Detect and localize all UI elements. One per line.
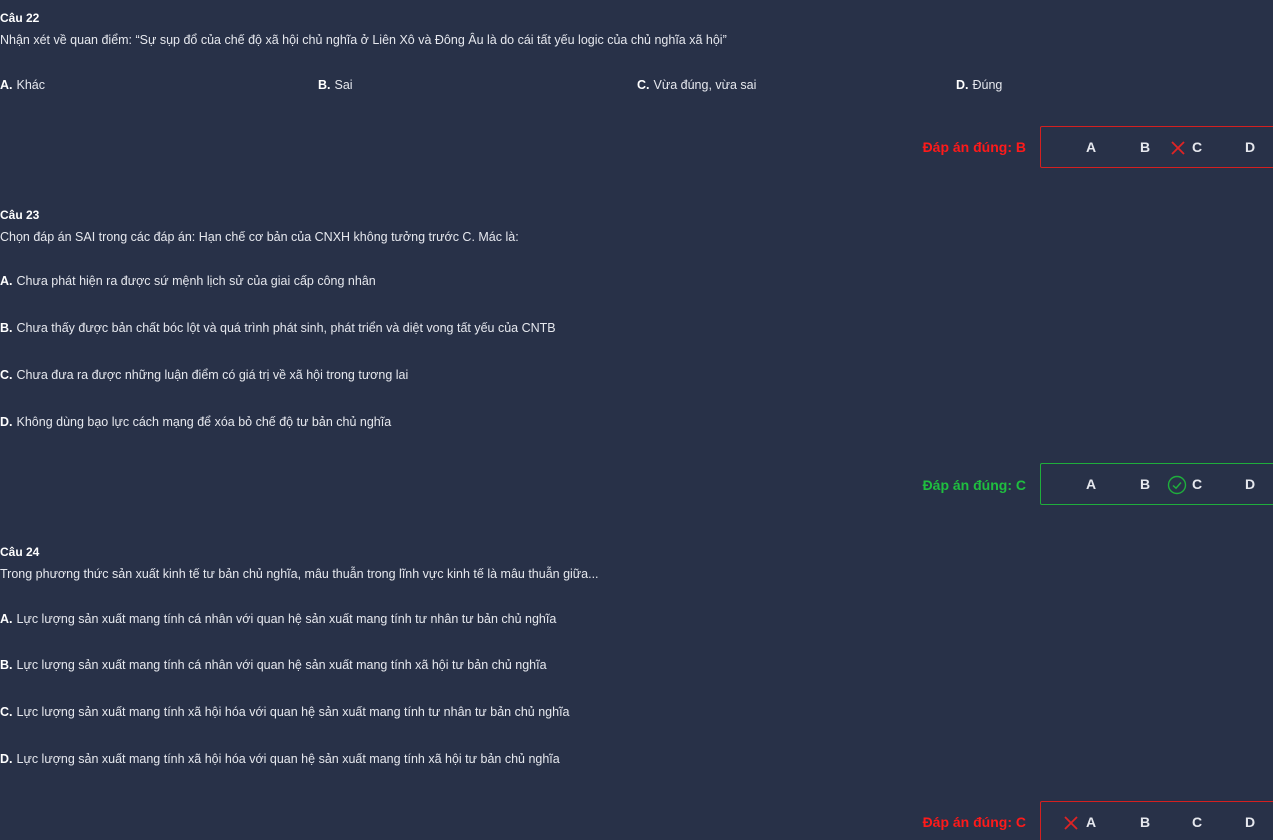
answer-choice-box: A B C D: [1040, 801, 1273, 840]
answer-choice-box: A B C D: [1040, 463, 1273, 505]
option-letter: B.: [0, 321, 13, 335]
option-c[interactable]: C. Vừa đúng, vừa sai: [637, 78, 756, 92]
option-letter: A.: [0, 612, 13, 626]
option-text: Lực lượng sản xuất mang tính xã hội hóa …: [16, 752, 560, 766]
choice-a[interactable]: A: [1086, 476, 1096, 492]
option-c[interactable]: C. Lực lượng sản xuất mang tính xã hội hó…: [0, 705, 570, 719]
option-text: Sai: [334, 78, 353, 92]
choice-c[interactable]: C: [1192, 476, 1202, 492]
check-circle-icon: [1167, 475, 1187, 495]
choice-a[interactable]: A: [1086, 814, 1096, 830]
answer-choice-box: A B C D: [1040, 126, 1273, 168]
x-mark-icon: [1171, 141, 1185, 155]
option-text: Chưa phát hiện ra được sứ mệnh lịch sử c…: [16, 274, 376, 288]
choice-d[interactable]: D: [1245, 476, 1255, 492]
option-text: Khác: [16, 78, 46, 92]
correct-answer-label: Đáp án đúng: C: [922, 477, 1026, 493]
option-a[interactable]: A. Chưa phát hiện ra được sứ mệnh lịch sử…: [0, 274, 376, 288]
option-text: Chưa đưa ra được những luận điểm có giá …: [16, 368, 409, 382]
question-text: Nhận xét về quan điểm: “Sự sụp đổ của ch…: [0, 33, 727, 47]
option-text: Không dùng bạo lực cách mạng để xóa bỏ c…: [16, 415, 392, 429]
question-title: Câu 23: [0, 208, 40, 222]
correct-answer-label: Đáp án đúng: B: [922, 139, 1026, 155]
option-letter: C.: [0, 705, 13, 719]
option-text: Vừa đúng, vừa sai: [653, 78, 757, 92]
option-letter: D.: [0, 415, 13, 429]
option-letter: C.: [0, 368, 13, 382]
correct-answer-label: Đáp án đúng: C: [922, 814, 1026, 830]
option-d[interactable]: D. Lực lượng sản xuất mang tính xã hội hó…: [0, 752, 560, 766]
option-d[interactable]: D. Đúng: [956, 78, 1002, 92]
option-b[interactable]: B. Lực lượng sản xuất mang tính cá nhân v…: [0, 658, 547, 672]
option-letter: D.: [0, 752, 13, 766]
choice-b[interactable]: B: [1140, 814, 1150, 830]
choice-b[interactable]: B: [1140, 476, 1150, 492]
option-text: Lực lượng sản xuất mang tính cá nhân với…: [16, 612, 557, 626]
option-b[interactable]: B. Chưa thấy được bản chất bóc lột và quá…: [0, 321, 556, 335]
choice-c[interactable]: C: [1192, 139, 1202, 155]
question-title: Câu 22: [0, 11, 40, 25]
option-text: Chưa thấy được bản chất bóc lột và quá t…: [16, 321, 556, 335]
option-letter: A.: [0, 78, 13, 92]
option-letter: A.: [0, 274, 13, 288]
choice-c[interactable]: C: [1192, 814, 1202, 830]
option-a[interactable]: A. Lực lượng sản xuất mang tính cá nhân v…: [0, 612, 556, 626]
choice-d[interactable]: D: [1245, 814, 1255, 830]
choice-a[interactable]: A: [1086, 139, 1096, 155]
choice-b[interactable]: B: [1140, 139, 1150, 155]
option-letter: D.: [956, 78, 969, 92]
option-letter: B.: [318, 78, 331, 92]
question-text: Trong phương thức sản xuất kinh tế tư bả…: [0, 567, 599, 581]
option-text: Lực lượng sản xuất mang tính cá nhân với…: [16, 658, 547, 672]
option-letter: C.: [637, 78, 650, 92]
option-a[interactable]: A. Khác: [0, 78, 45, 92]
option-letter: B.: [0, 658, 13, 672]
option-c[interactable]: C. Chưa đưa ra được những luận điểm có gi…: [0, 368, 408, 382]
question-text: Chọn đáp án SAI trong các đáp án: Hạn ch…: [0, 230, 519, 244]
x-mark-icon: [1064, 816, 1078, 830]
option-text: Lực lượng sản xuất mang tính xã hội hóa …: [16, 705, 570, 719]
option-b[interactable]: B. Sai: [318, 78, 353, 92]
quiz-review-page: Câu 22 Nhận xét về quan điểm: “Sự sụp đổ…: [0, 0, 1273, 840]
option-d[interactable]: D. Không dùng bạo lực cách mạng để xóa bỏ…: [0, 415, 391, 429]
option-text: Đúng: [972, 78, 1003, 92]
choice-d[interactable]: D: [1245, 139, 1255, 155]
question-title: Câu 24: [0, 545, 40, 559]
